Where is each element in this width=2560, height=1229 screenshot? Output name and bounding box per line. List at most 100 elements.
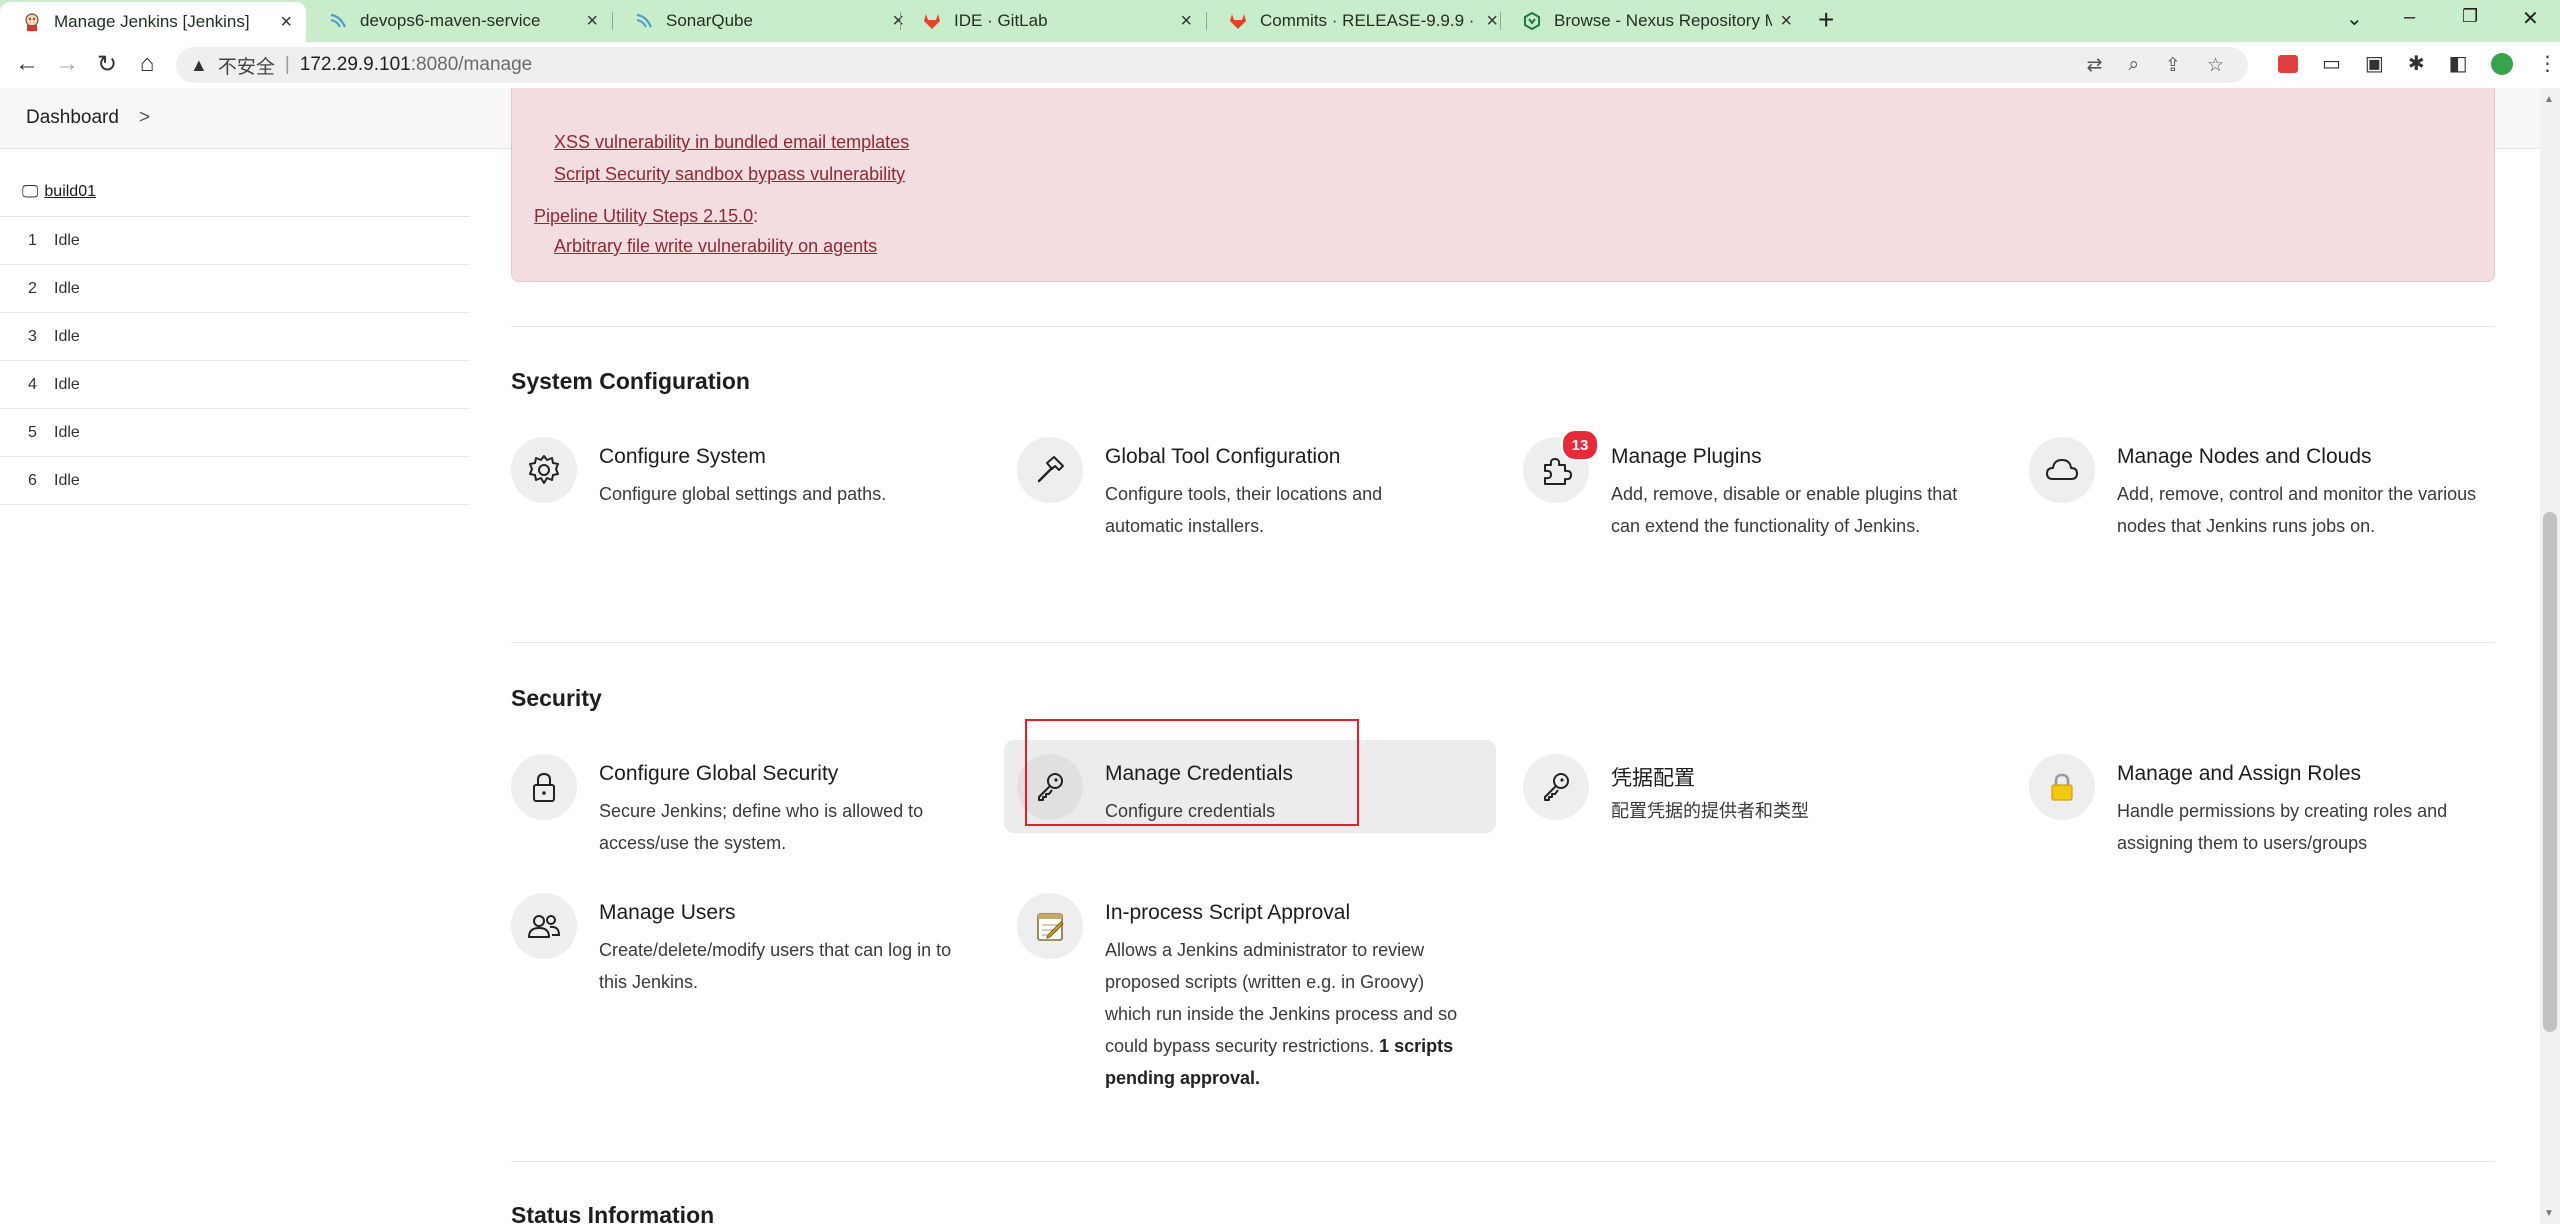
- node-link[interactable]: build01: [44, 183, 96, 201]
- executor-row: 3 Idle: [0, 313, 470, 361]
- jenkins-icon: [22, 12, 42, 32]
- translate-icon[interactable]: ⇄: [2086, 54, 2102, 77]
- item-title: Configure System: [599, 445, 766, 468]
- tab-manage-jenkins[interactable]: Manage Jenkins [Jenkins] ×: [0, 2, 306, 42]
- extension-red-icon[interactable]: [2278, 54, 2298, 73]
- restore-icon[interactable]: ❐: [2462, 6, 2478, 27]
- extension-reader-icon[interactable]: ▭: [2322, 51, 2341, 76]
- executor-row: 4 Idle: [0, 361, 470, 409]
- divider: [511, 1161, 2495, 1162]
- forward-icon[interactable]: →: [52, 50, 82, 78]
- item-title: Global Tool Configuration: [1105, 445, 1341, 468]
- address-bar[interactable]: ▲ 不安全 | 172.29.9.101:8080/manage ⇄ ⌕ ⇪ ☆: [176, 47, 2248, 83]
- computer-icon: 🖵: [22, 182, 39, 201]
- item-description: Configure global settings and paths.: [599, 484, 887, 504]
- gitlab-icon: [1228, 11, 1248, 31]
- close-icon[interactable]: ×: [1180, 10, 1192, 33]
- key-icon: [1523, 754, 1589, 820]
- browser-tab-bar: Manage Jenkins [Jenkins] × devops6-maven…: [0, 0, 2560, 42]
- vulnerability-link[interactable]: Arbitrary file write vulnerability on ag…: [554, 236, 877, 257]
- scroll-down-icon[interactable]: ▼: [2544, 1208, 2554, 1219]
- section-title-security: Security: [511, 685, 602, 711]
- chevron-right-icon[interactable]: >: [139, 107, 150, 129]
- divider: [511, 326, 2495, 327]
- tab-title: SonarQube: [666, 11, 753, 30]
- updates-badge: 13: [1561, 429, 1599, 461]
- url-path: :8080/manage: [410, 54, 533, 75]
- tab-title: Manage Jenkins [Jenkins]: [54, 12, 250, 31]
- close-icon[interactable]: ×: [1486, 10, 1498, 33]
- item-description: 配置凭据的提供者和类型: [1611, 801, 1809, 821]
- reload-icon[interactable]: ↻: [92, 50, 122, 79]
- side-panel-icon[interactable]: ◧: [2449, 51, 2468, 76]
- close-icon[interactable]: ×: [586, 10, 598, 33]
- hammer-icon: [1017, 437, 1083, 503]
- tab-nexus[interactable]: Browse - Nexus Repository M ×: [1500, 0, 1806, 42]
- item-description: Create/delete/modify users that can log …: [599, 940, 952, 992]
- new-tab-icon[interactable]: +: [1818, 6, 1834, 34]
- item-description: Add, remove, control and monitor the var…: [2117, 484, 2477, 536]
- executor-row: 1 Idle: [0, 217, 470, 265]
- scroll-up-icon[interactable]: ▲: [2544, 94, 2554, 105]
- item-description: Handle permissions by creating roles and…: [2117, 801, 2448, 853]
- tab-sonarqube[interactable]: SonarQube ×: [612, 0, 918, 42]
- tab-devops6-maven-service[interactable]: devops6-maven-service ×: [306, 0, 612, 42]
- home-icon[interactable]: ⌂: [132, 50, 162, 78]
- executor-row: 6 Idle: [0, 457, 470, 505]
- url-host: 172.29.9.101: [299, 54, 411, 75]
- share-icon[interactable]: ⇪: [2165, 54, 2181, 77]
- vulnerability-link[interactable]: Script Security sandbox bypass vulnerabi…: [554, 164, 905, 185]
- scrollbar-thumb[interactable]: [2543, 512, 2557, 1032]
- back-icon[interactable]: ←: [12, 50, 42, 78]
- minimize-icon[interactable]: –: [2404, 6, 2415, 29]
- tab-divider: [1500, 12, 1501, 30]
- users-icon: [511, 893, 577, 959]
- tab-divider: [612, 12, 613, 30]
- insecure-label: 不安全: [217, 56, 275, 78]
- zoom-icon[interactable]: ⌕: [2128, 54, 2139, 77]
- nexus-icon: [1522, 11, 1542, 31]
- bookmark-star-icon[interactable]: ☆: [2207, 54, 2224, 77]
- item-title: Configure Global Security: [599, 762, 839, 785]
- node-row: 🖵 build01: [0, 168, 470, 217]
- tab-title: Browse - Nexus Repository M: [1554, 11, 1773, 30]
- tab-title: Commits · RELEASE-9.9.9 · dev: [1260, 11, 1478, 30]
- gitlab-icon: [922, 11, 942, 31]
- tab-ide-gitlab[interactable]: IDE · GitLab ×: [900, 0, 1206, 42]
- breadcrumb-dashboard[interactable]: Dashboard: [26, 107, 119, 129]
- tab-search-chevron-icon[interactable]: ⌄: [2346, 6, 2363, 31]
- security-warnings-alert: XSS vulnerability in bundled email templ…: [511, 88, 2495, 282]
- sonarqube-icon: [328, 11, 348, 31]
- tab-commits[interactable]: Commits · RELEASE-9.9.9 · dev ×: [1206, 0, 1512, 42]
- divider: [511, 642, 2495, 643]
- warning-icon[interactable]: ▲: [190, 55, 208, 76]
- item-title: 凭据配置: [1611, 767, 1695, 790]
- item-title: In-process Script Approval: [1105, 901, 1351, 924]
- close-icon[interactable]: ×: [280, 11, 292, 34]
- annotation-highlight-box: [1025, 719, 1359, 826]
- vulnerability-link[interactable]: XSS vulnerability in bundled email templ…: [554, 132, 909, 153]
- item-title: Manage Plugins: [1611, 445, 1762, 468]
- executor-status-panel: 🖵 build01 1 Idle 2 Idle 3 Idle 4 Idle 5 Idle …: [0, 168, 470, 505]
- section-title-status-information: Status Information: [511, 1202, 715, 1228]
- browser-menu-icon[interactable]: ⋮: [2537, 51, 2557, 76]
- gear-icon: [511, 437, 577, 503]
- tab-title: devops6-maven-service: [360, 11, 541, 30]
- window-close-icon[interactable]: ✕: [2522, 6, 2539, 31]
- profile-avatar[interactable]: [2491, 52, 2514, 75]
- item-description: Allows a Jenkins administrator to review…: [1105, 940, 1458, 1088]
- extension-capture-icon[interactable]: ▣: [2365, 51, 2384, 76]
- plugin-warning: Pipeline Utility Steps 2.15.0:: [534, 206, 759, 226]
- tab-divider: [1206, 12, 1207, 30]
- sonarqube-icon: [634, 11, 654, 31]
- plugin-link[interactable]: Pipeline Utility Steps 2.15.0: [534, 206, 753, 226]
- notepad-icon: [1017, 893, 1083, 959]
- close-icon[interactable]: ×: [1780, 10, 1792, 33]
- executor-row: 2 Idle: [0, 265, 470, 313]
- padlock-yellow-icon: [2029, 754, 2095, 820]
- item-description: Secure Jenkins; define who is allowed to…: [599, 801, 924, 853]
- browser-toolbar: ← → ↻ ⌂ ▲ 不安全 | 172.29.9.101:8080/manage…: [0, 42, 2560, 89]
- item-description: Add, remove, disable or enable plugins t…: [1611, 484, 1958, 536]
- extensions-puzzle-icon[interactable]: ✱: [2408, 51, 2425, 76]
- item-title: Manage and Assign Roles: [2117, 762, 2361, 785]
